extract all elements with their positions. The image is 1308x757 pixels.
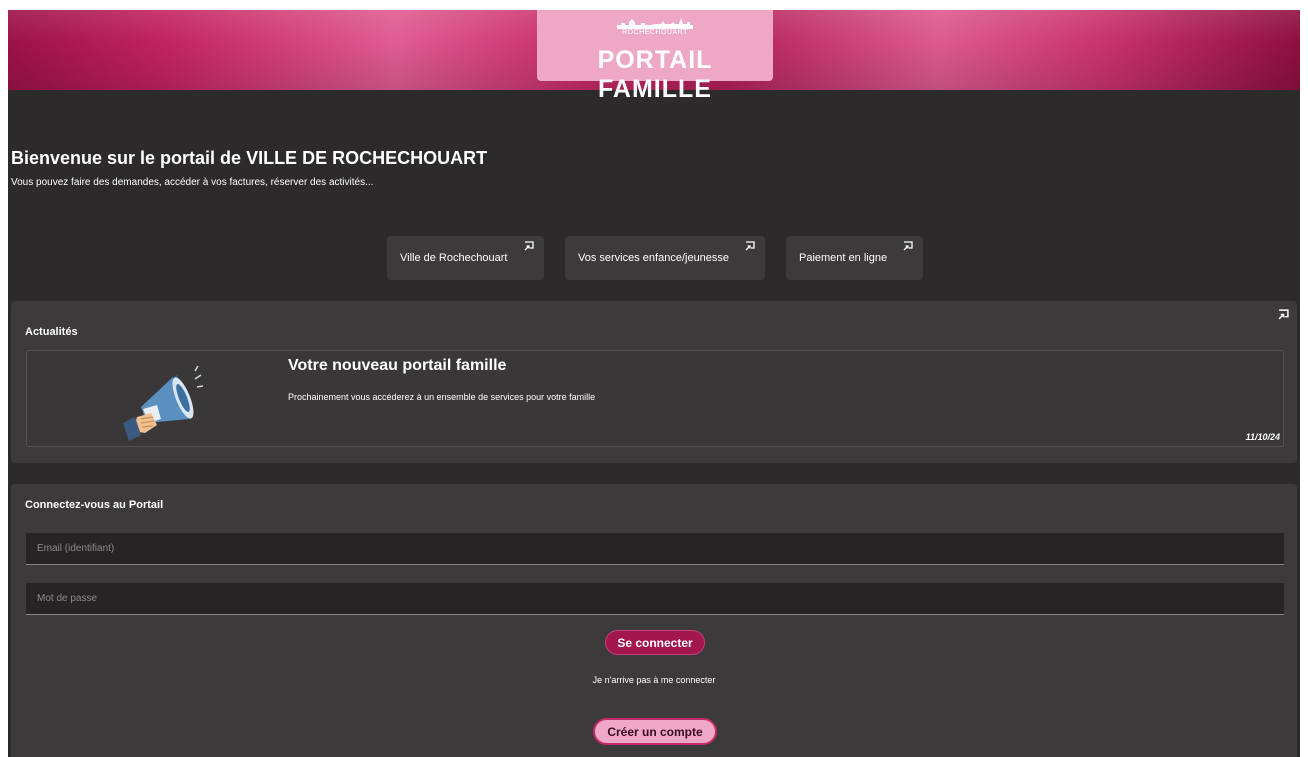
news-item[interactable]: Votre nouveau portail famille Prochainem… — [26, 350, 1284, 447]
logo-town-name: ROCHECHOUART — [622, 29, 688, 36]
create-account-button[interactable]: Créer un compte — [593, 718, 717, 745]
forgot-login-link[interactable]: Je n'arrive pas à me connecter — [11, 675, 1297, 685]
news-date: 11/10/24 — [1245, 432, 1280, 442]
page-subtitle: Vous pouvez faire des demandes, accéder … — [11, 177, 374, 188]
news-title: Votre nouveau portail famille — [288, 357, 507, 374]
password-field[interactable] — [26, 583, 1284, 615]
link-ville-de-rochechouart[interactable]: Ville de Rochechouart — [387, 236, 544, 280]
link-services-enfance-jeunesse[interactable]: Vos services enfance/jeunesse — [565, 236, 765, 280]
link-paiement-en-ligne[interactable]: Paiement en ligne — [786, 236, 923, 280]
megaphone-icon — [123, 365, 203, 441]
news-section-title: Actualités — [25, 326, 78, 338]
page-title: Bienvenue sur le portail de VILLE DE ROC… — [11, 148, 488, 168]
external-link-icon — [745, 241, 755, 251]
login-button[interactable]: Se connecter — [605, 630, 705, 655]
email-field[interactable] — [26, 533, 1284, 565]
login-section-title: Connectez-vous au Portail — [25, 499, 164, 511]
logo-title: PORTAIL FAMILLE — [597, 46, 713, 103]
link-label: Vos services enfance/jeunesse — [578, 252, 730, 264]
portal-app: ROCHECHOUART PORTAIL FAMILLE Bienvenue s… — [8, 10, 1300, 757]
external-link-icon — [903, 241, 913, 251]
external-link-icon[interactable] — [1278, 309, 1289, 320]
link-label: Ville de Rochechouart — [400, 252, 508, 264]
link-label: Paiement en ligne — [799, 252, 888, 264]
external-link-icon — [524, 241, 534, 251]
login-card: Connectez-vous au Portail Se connecter J… — [11, 484, 1297, 757]
portal-logo[interactable]: ROCHECHOUART PORTAIL FAMILLE — [537, 10, 773, 103]
news-card: Actualités Votre nouveau portail famille — [11, 301, 1297, 463]
news-text: Prochainement vous accéderez à un ensemb… — [288, 392, 596, 402]
town-skyline-icon — [617, 18, 693, 29]
